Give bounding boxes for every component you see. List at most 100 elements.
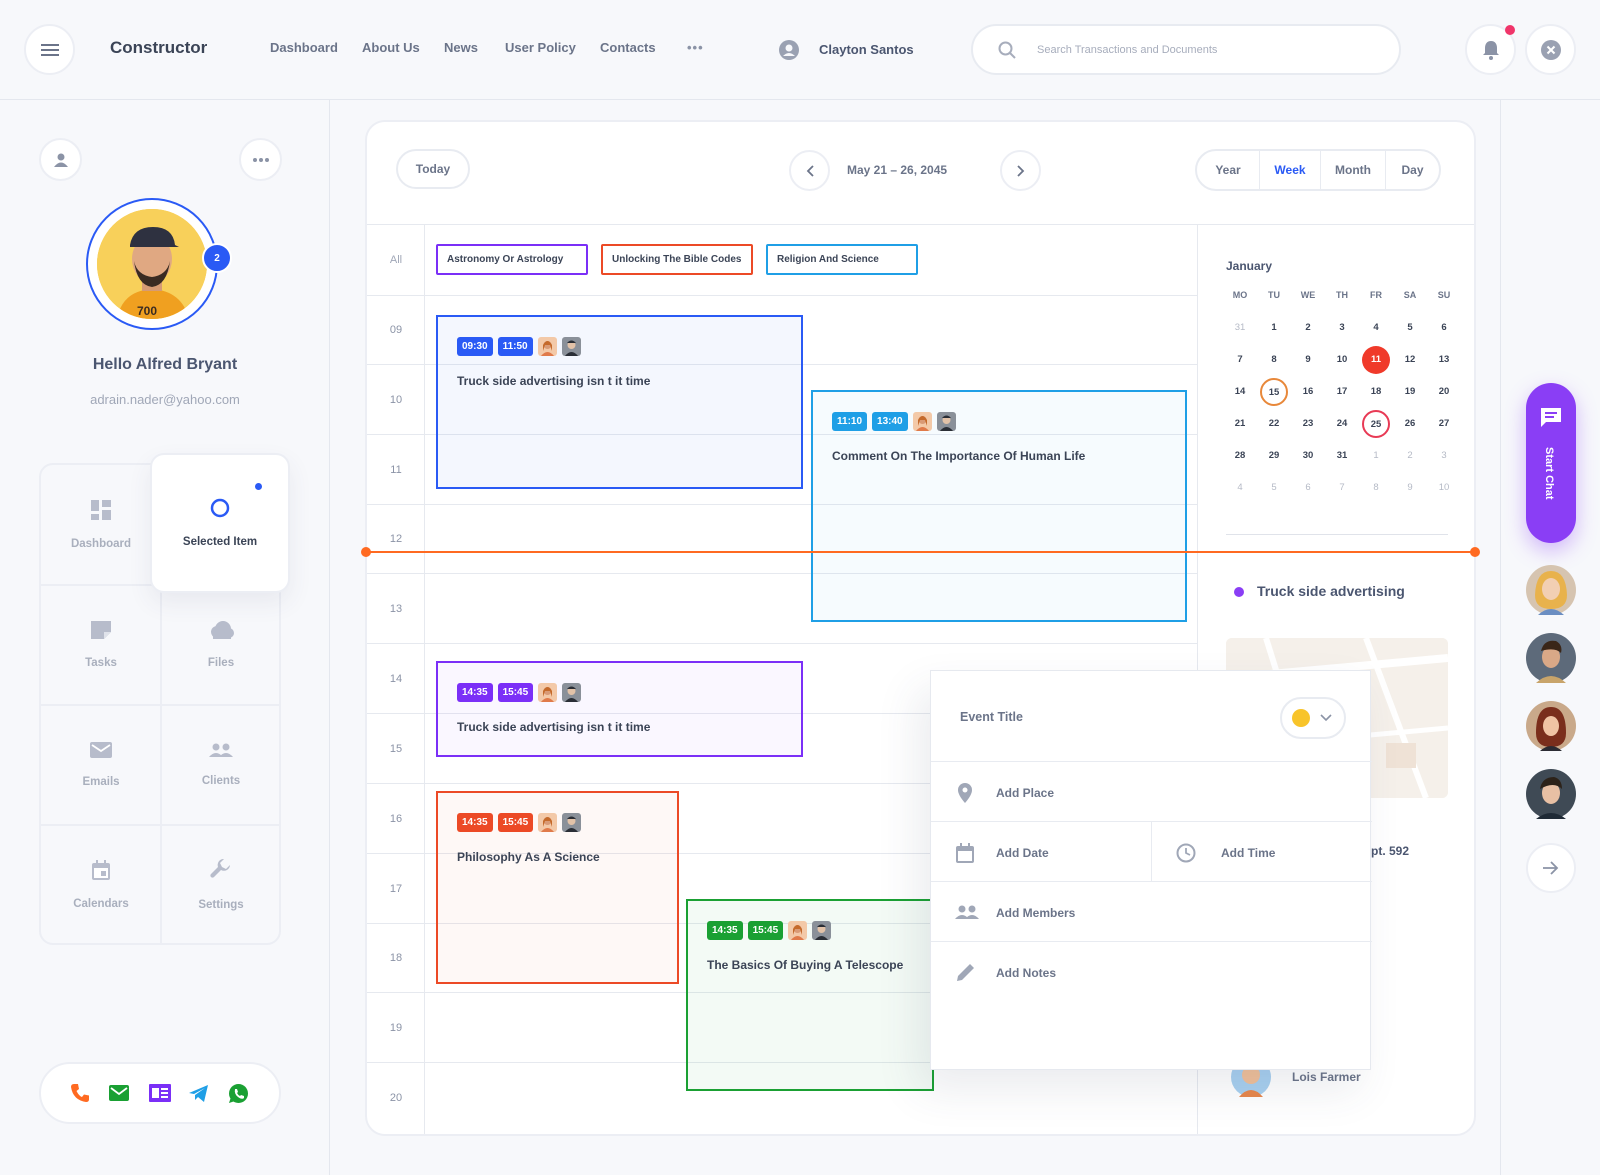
mini-calendar-day[interactable]: 30: [1291, 440, 1325, 472]
telegram-icon[interactable]: [189, 1085, 209, 1102]
mini-calendar-day[interactable]: 7: [1325, 472, 1359, 504]
color-picker[interactable]: [1280, 697, 1346, 739]
phone-icon[interactable]: [70, 1083, 90, 1103]
mini-calendar-day[interactable]: 18: [1359, 376, 1393, 408]
mini-calendar-day[interactable]: 29: [1257, 440, 1291, 472]
view-day[interactable]: Day: [1386, 151, 1439, 189]
mini-calendar-day[interactable]: 28: [1223, 440, 1257, 472]
mini-calendar-day[interactable]: 2: [1393, 440, 1427, 472]
mini-calendar-day[interactable]: 1: [1257, 312, 1291, 344]
mini-calendar-day[interactable]: 21: [1223, 408, 1257, 440]
prev-week-button[interactable]: [789, 150, 830, 191]
mini-calendar-day[interactable]: 12: [1393, 344, 1427, 376]
close-button[interactable]: [1525, 24, 1576, 75]
tag-astronomy[interactable]: Astronomy Or Astrology: [436, 244, 588, 275]
menu-files[interactable]: Files: [161, 585, 281, 705]
mini-calendar-day[interactable]: 6: [1291, 472, 1325, 504]
nav-user-policy[interactable]: User Policy: [505, 40, 576, 55]
mini-calendar-day[interactable]: 11: [1359, 344, 1393, 376]
email-icon[interactable]: [109, 1085, 129, 1101]
mini-calendar-day[interactable]: 13: [1427, 344, 1461, 376]
mini-calendar-day[interactable]: 7: [1223, 344, 1257, 376]
event-card[interactable]: 14:35 15:45 Truck side advertising isn t…: [436, 661, 803, 757]
mini-calendar-day[interactable]: 8: [1359, 472, 1393, 504]
mini-calendar-day[interactable]: 10: [1325, 344, 1359, 376]
menu-clients[interactable]: Clients: [161, 705, 281, 825]
popup-divider: [1151, 821, 1152, 881]
mini-calendar-day[interactable]: 5: [1257, 472, 1291, 504]
contact-avatar[interactable]: [1526, 769, 1576, 819]
profile-more-button[interactable]: [239, 138, 282, 181]
menu-settings[interactable]: Settings: [161, 825, 281, 945]
mini-calendar-day[interactable]: 4: [1359, 312, 1393, 344]
nav-more-button[interactable]: •••: [687, 40, 704, 55]
mini-calendar-day[interactable]: 19: [1393, 376, 1427, 408]
event-card[interactable]: 14:35 15:45 The Basics Of Buying A Teles…: [686, 899, 934, 1091]
menu-dashboard[interactable]: Dashboard: [41, 465, 161, 585]
add-place-field[interactable]: Add Place: [996, 786, 1054, 800]
mini-calendar-day[interactable]: 14: [1223, 376, 1257, 408]
view-week[interactable]: Week: [1260, 151, 1320, 189]
mini-calendar-day[interactable]: 24: [1325, 408, 1359, 440]
mini-calendar-day[interactable]: 27: [1427, 408, 1461, 440]
nav-news[interactable]: News: [444, 40, 478, 55]
search-bar[interactable]: Search Transactions and Documents: [971, 24, 1401, 75]
next-contacts-button[interactable]: [1526, 843, 1576, 893]
nav-contacts[interactable]: Contacts: [600, 40, 656, 55]
event-card[interactable]: 09:30 11:50 Truck side advertising isn t…: [436, 315, 803, 489]
mini-calendar-day[interactable]: 4: [1223, 472, 1257, 504]
add-time-field[interactable]: Add Time: [1221, 846, 1275, 860]
mini-calendar-day[interactable]: 31: [1325, 440, 1359, 472]
mini-calendar-day[interactable]: 6: [1427, 312, 1461, 344]
user-name[interactable]: Clayton Santos: [819, 42, 914, 57]
mini-calendar-day[interactable]: 22: [1257, 408, 1291, 440]
news-icon[interactable]: [149, 1084, 171, 1102]
event-card[interactable]: 11:10 13:40 Comment On The Importance Of…: [811, 390, 1187, 622]
mini-calendar-day[interactable]: 5: [1393, 312, 1427, 344]
search-input[interactable]: Search Transactions and Documents: [1037, 44, 1217, 56]
mini-calendar-day[interactable]: 23: [1291, 408, 1325, 440]
menu-emails[interactable]: Emails: [41, 705, 161, 825]
mini-calendar-day[interactable]: 20: [1427, 376, 1461, 408]
add-notes-field[interactable]: Add Notes: [996, 966, 1056, 980]
avatar[interactable]: 700: [97, 209, 207, 319]
whatsapp-icon[interactable]: [228, 1083, 249, 1104]
mini-calendar-day[interactable]: 31: [1223, 312, 1257, 344]
view-month[interactable]: Month: [1321, 151, 1385, 189]
tag-religion-science[interactable]: Religion And Science: [766, 244, 918, 275]
contact-avatar[interactable]: [1526, 701, 1576, 751]
mini-calendar-day[interactable]: 26: [1393, 408, 1427, 440]
mini-calendar-day[interactable]: 3: [1325, 312, 1359, 344]
contact-avatar[interactable]: [1526, 565, 1576, 615]
mini-calendar-day[interactable]: 9: [1291, 344, 1325, 376]
profile-button[interactable]: [39, 138, 82, 181]
today-button[interactable]: Today: [396, 149, 470, 189]
menu-selected-item[interactable]: Selected Item: [150, 453, 290, 593]
mini-calendar-day[interactable]: 2: [1291, 312, 1325, 344]
add-members-field[interactable]: Add Members: [996, 906, 1075, 920]
nav-dashboard[interactable]: Dashboard: [270, 40, 338, 55]
attendee-avatar: [562, 813, 582, 832]
contact-avatar[interactable]: [1526, 633, 1576, 683]
mini-calendar-day[interactable]: 9: [1393, 472, 1427, 504]
view-year[interactable]: Year: [1197, 151, 1259, 189]
mini-calendar-day[interactable]: 1: [1359, 440, 1393, 472]
event-title-field[interactable]: Event Title: [960, 710, 1023, 724]
next-week-button[interactable]: [1000, 150, 1041, 191]
menu-calendars[interactable]: Calendars: [41, 825, 161, 945]
event-card[interactable]: 14:35 15:45 Philosophy As A Science: [436, 791, 679, 984]
menu-button[interactable]: [24, 24, 75, 75]
menu-tasks[interactable]: Tasks: [41, 585, 161, 705]
nav-about-us[interactable]: About Us: [362, 40, 420, 55]
user-avatar-icon[interactable]: [779, 40, 799, 60]
mini-calendar-day[interactable]: 16: [1291, 376, 1325, 408]
add-date-field[interactable]: Add Date: [996, 846, 1049, 860]
start-chat-button[interactable]: Start Chat: [1526, 383, 1576, 543]
mini-calendar-day[interactable]: 8: [1257, 344, 1291, 376]
mini-calendar-day[interactable]: 10: [1427, 472, 1461, 504]
mini-calendar-day[interactable]: 25: [1359, 408, 1393, 440]
mini-calendar-day[interactable]: 15: [1257, 376, 1291, 408]
mini-calendar-day[interactable]: 3: [1427, 440, 1461, 472]
tag-bible-codes[interactable]: Unlocking The Bible Codes: [601, 244, 753, 275]
mini-calendar-day[interactable]: 17: [1325, 376, 1359, 408]
